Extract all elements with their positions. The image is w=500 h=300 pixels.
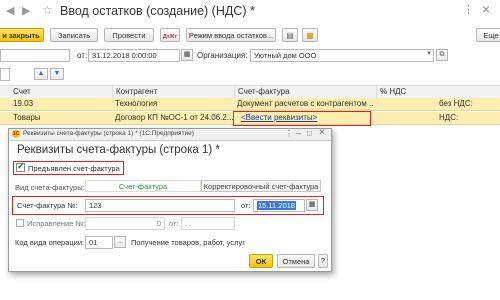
op-code-select-button[interactable]: … [114,236,126,248]
calendar-icon: ▦ [308,201,316,208]
invoice-dialog: 1С Реквизиты счета-фактуры (строка 1) * … [8,127,332,272]
maximize-icon[interactable]: □ [307,129,312,138]
op-code-label: Код вида операции: [15,238,85,247]
post-close-button[interactable]: и закрыть [0,28,44,42]
invoice-number-field[interactable]: 123 [85,199,235,212]
post-button[interactable]: Провести [104,28,154,42]
organization-field[interactable]: Уютный дом ООО [250,49,434,62]
cell-invoice: Документ расчетов с контрагентом ... [237,99,373,108]
cell-tail: без НДС: [439,99,473,108]
column-header-counterparty[interactable]: Контрагент [112,86,232,98]
dialog-menu-icon[interactable]: ⋮ [285,129,293,138]
cell-account: Товары [13,113,41,122]
more-button[interactable]: Еще [476,28,500,42]
organization-open-button[interactable]: ⧉ [436,49,448,61]
arrow-down-icon: ▼ [53,70,61,77]
dt-kt-button[interactable]: Дт/Кт [160,28,180,42]
ok-button[interactable]: ОК [249,254,273,268]
back-arrow-icon[interactable]: ◀ [6,4,14,17]
tab-invoice[interactable]: Счет-фактура [85,180,201,192]
presented-label: Предъявлен счет-фактура [28,164,120,173]
invoice-cell-highlight [233,111,371,126]
op-code-description: Получение товаров, работ, услуг [131,238,245,247]
column-header-account[interactable]: Счет [10,86,110,98]
organization-label: Организация: [197,51,248,60]
correction-label: Исправление №: [27,219,86,228]
chevron-down-icon[interactable]: ▼ [426,51,432,57]
date-field[interactable]: 31.12.2018 0:00:00 [88,49,180,62]
more-dots-icon[interactable]: ⋮ [463,3,474,16]
dialog-heading: Реквизиты счета-фактуры (строка 1) * [17,144,220,156]
column-header-invoice[interactable]: Счет-фактура [234,86,374,98]
tab-corrective-invoice[interactable]: Корректировочный счет-фактура [201,180,321,192]
cell-counterparty: Договор КП №ОС-1 от 24.06.2... [115,113,234,122]
report-button[interactable]: ▦ [302,28,318,42]
correction-date-field[interactable]: . . [181,217,235,230]
invoice-date-calendar-button[interactable]: ▦ [306,199,318,211]
print-icon: ▤ [286,31,294,40]
dialog-close-icon[interactable]: × [319,127,325,138]
window-title: Ввод остатков (создание) (НДС) * [60,4,255,18]
minimize-icon[interactable]: – [296,128,301,138]
kind-label: Вид счета-фактуры: [15,183,85,192]
invoice-date-label: от: [241,201,251,210]
column-header-vat[interactable]: % НДС [376,86,436,98]
dialog-caption: Реквизиты счета-фактуры (строка 1) * (1С… [23,130,194,137]
cancel-button[interactable]: Отмена [277,254,315,268]
save-button[interactable]: Записать [50,28,98,42]
table-header: Счет Контрагент Счет-фактура % НДС [0,85,500,99]
date-label: от: [77,51,88,60]
bookmark-icon[interactable]: ☆ [42,3,53,17]
number-field[interactable] [0,49,70,62]
invoice-date-value: 15.11.2018 [257,201,296,210]
correction-date-label: от: [169,219,179,228]
report-icon: ▦ [306,31,314,40]
forward-arrow-icon[interactable]: ▶ [22,4,30,17]
dialog-help-button[interactable]: ? [318,254,328,268]
presented-checkbox[interactable]: ✓ [16,161,25,172]
dt-kt-icon: Дт/Кт [162,34,178,40]
calendar-icon: ▦ [183,51,191,58]
close-window-icon[interactable]: × [482,1,490,17]
correction-checkbox[interactable] [16,219,24,227]
cell-tail: НДС: [439,113,459,122]
table-field-stub[interactable] [0,68,10,81]
correction-number-field[interactable]: 0 [85,217,165,230]
move-down-button[interactable]: ▼ [50,68,64,80]
input-mode-button[interactable]: Режим ввода остатков... [186,28,276,42]
calendar-button[interactable]: ▦ [181,49,193,61]
dialog-caption-bar: 1С Реквизиты счета-фактуры (строка 1) * … [9,127,331,141]
checkmark-icon: ✓ [17,161,25,171]
op-code-field[interactable]: 01 [85,236,113,249]
table-row[interactable]: 19.03 Технология Документ расчетов с кон… [0,98,500,111]
title-bar: ◀ ▶ ☆ Ввод остатков (создание) (НДС) * ⋮… [0,0,500,22]
toolbar: и закрыть Записать Провести Дт/Кт Режим … [0,28,500,44]
invoice-number-label: Счет-фактура №: [17,201,78,210]
print-button[interactable]: ▤ [282,28,298,42]
move-up-button[interactable]: ▲ [34,68,48,80]
cell-counterparty: Технология [115,99,158,108]
cell-account: 19.03 [13,99,34,108]
app-logo-icon: 1С [12,130,20,138]
invoice-date-field[interactable]: 15.11.2018 [253,199,305,212]
arrow-up-icon: ▲ [37,70,45,77]
open-link-icon: ⧉ [439,51,445,58]
